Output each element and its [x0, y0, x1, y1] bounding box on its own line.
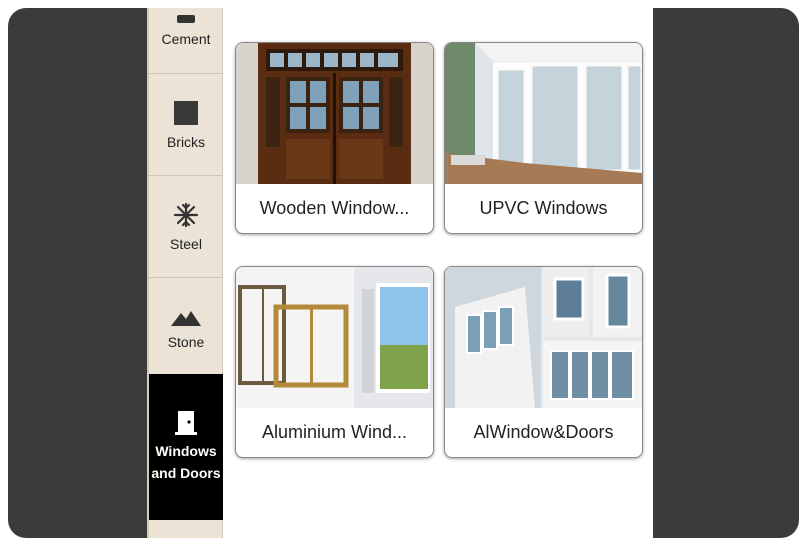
product-card-alwindow-doors[interactable]: AlWindow&Doors: [444, 266, 643, 458]
sidebar-item-label: Steel: [170, 235, 202, 252]
product-card-aluminium-windows[interactable]: Aluminium Wind...: [235, 266, 434, 458]
product-label: Wooden Window...: [259, 197, 410, 218]
sidebar-item-steel[interactable]: Steel: [149, 176, 223, 278]
category-sidebar: Cement Bricks Steel Stone Windows and Do…: [147, 8, 223, 538]
sidebar-item-label: Bricks: [166, 133, 206, 150]
wooden-window-image: [236, 43, 433, 184]
sidebar-item-label: Windows and Doors: [151, 443, 221, 481]
brick-icon: [174, 100, 198, 125]
product-card-upvc-windows[interactable]: UPVC Windows: [444, 42, 643, 234]
sidebar-item-cement[interactable]: Cement: [149, 8, 223, 74]
app-screen: Cement Bricks Steel Stone Windows and Do…: [147, 8, 653, 538]
sidebar-item-windows-and-doors[interactable]: Windows and Doors: [149, 374, 223, 520]
product-label: AlWindow&Doors: [473, 421, 614, 442]
product-label: UPVC Windows: [479, 197, 608, 218]
product-label: Aluminium Wind...: [261, 421, 408, 442]
snowflake-icon: [173, 202, 199, 227]
cement-icon: [177, 15, 195, 23]
device-frame: Cement Bricks Steel Stone Windows and Do…: [8, 8, 799, 538]
upvc-window-image: [445, 43, 642, 184]
door-icon: [175, 411, 197, 435]
sidebar-item-stone[interactable]: Stone: [149, 278, 223, 382]
mountain-icon: [171, 310, 201, 326]
sidebar-item-label: Stone: [167, 333, 205, 350]
product-card-wooden-windows[interactable]: Wooden Window...: [235, 42, 434, 234]
sidebar-item-label: Cement: [161, 31, 211, 47]
aluminium-window-image: [236, 267, 433, 408]
sidebar-item-bricks[interactable]: Bricks: [149, 74, 223, 176]
alwindow-doors-image: [445, 267, 642, 408]
